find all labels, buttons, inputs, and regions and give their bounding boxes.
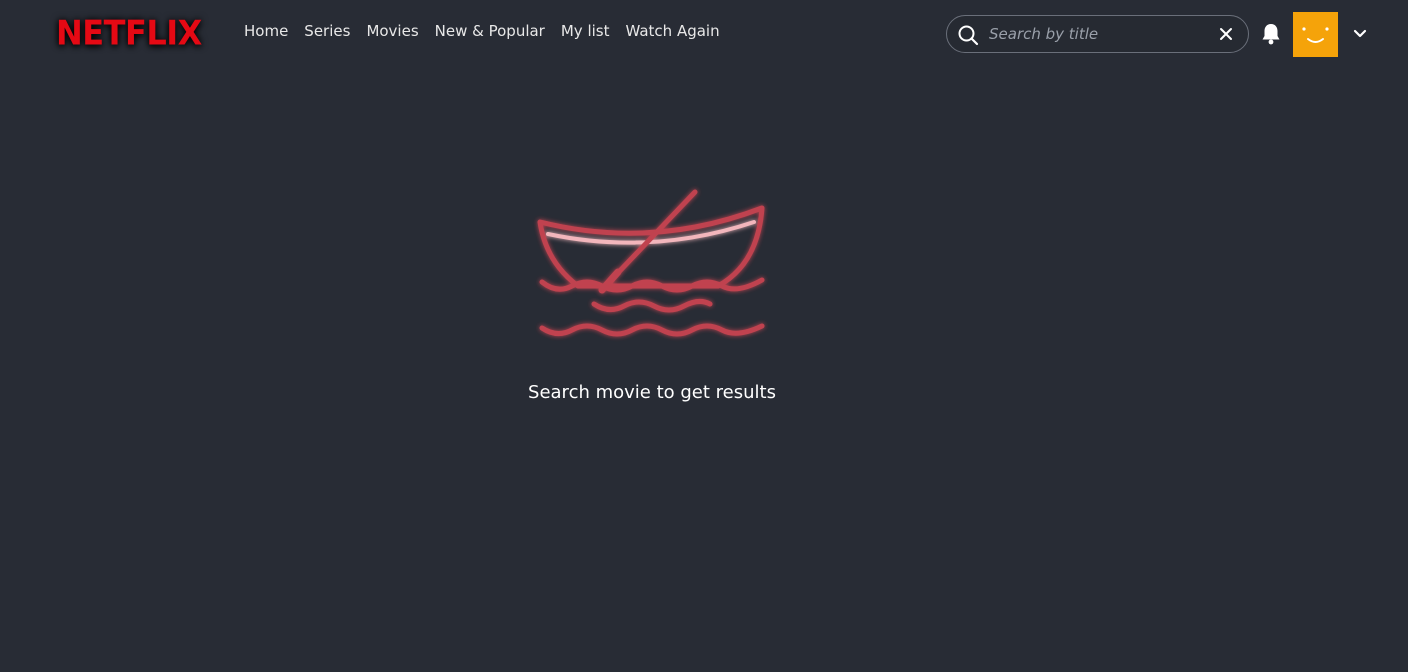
top-navigation-bar: NETFLIX Home Series Movies New & Popular…	[0, 0, 1408, 68]
close-icon[interactable]	[1218, 26, 1234, 42]
smiley-face-icon	[1302, 27, 1329, 43]
search-input[interactable]	[989, 22, 1209, 46]
nav-item-my-list[interactable]: My list	[561, 22, 610, 40]
bell-icon[interactable]	[1260, 22, 1282, 46]
primary-nav: Home Series Movies New & Popular My list…	[244, 22, 720, 40]
chevron-down-icon[interactable]	[1352, 27, 1368, 41]
nav-item-watch-again[interactable]: Watch Again	[625, 22, 719, 40]
rowboat-icon	[537, 189, 765, 337]
profile-avatar[interactable]	[1293, 12, 1338, 57]
empty-state-message: Search movie to get results	[528, 382, 776, 403]
search-box[interactable]	[946, 15, 1249, 53]
nav-item-series[interactable]: Series	[304, 22, 350, 40]
nav-item-new-popular[interactable]: New & Popular	[435, 22, 545, 40]
nav-item-home[interactable]: Home	[244, 22, 288, 40]
search-icon	[958, 25, 979, 46]
nav-item-movies[interactable]: Movies	[366, 22, 418, 40]
netflix-logo[interactable]: NETFLIX	[56, 13, 202, 53]
